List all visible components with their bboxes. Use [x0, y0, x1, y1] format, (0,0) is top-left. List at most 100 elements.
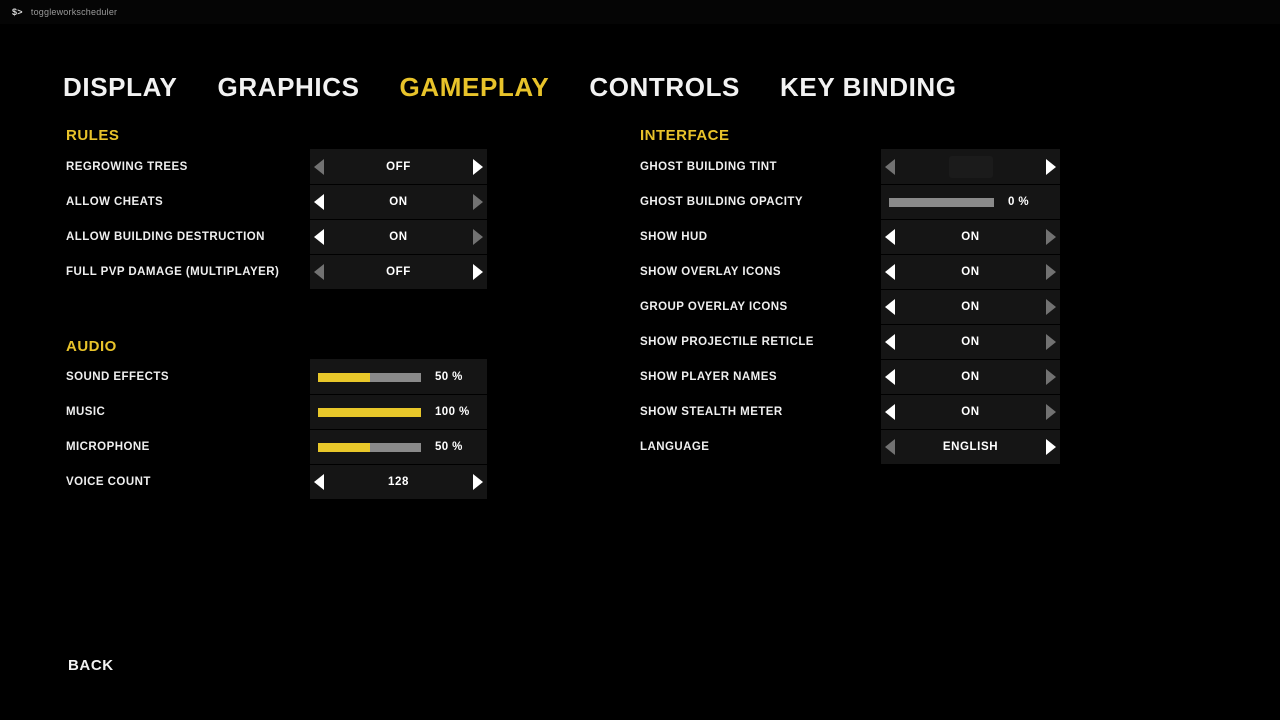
option-label-sound-effects: SOUND EFFECTS: [66, 371, 169, 383]
slider-fill-microphone: [318, 442, 370, 452]
chevron-left-icon[interactable]: [885, 333, 895, 350]
chevron-left-icon[interactable]: [885, 403, 895, 420]
slider-ghost-building-opacity[interactable]: 0 %: [889, 196, 1052, 208]
selector-show-projectile-reticle[interactable]: ON: [885, 333, 1056, 350]
chevron-right-icon[interactable]: [1046, 228, 1056, 245]
selector-value-allow-cheats: ON: [389, 195, 408, 208]
selector-value-show-projectile-reticle: ON: [961, 335, 980, 348]
console-prompt-icon: $>: [12, 7, 23, 17]
chevron-right-icon[interactable]: [1046, 403, 1056, 420]
selector-group-overlay-icons[interactable]: ON: [885, 298, 1056, 315]
chevron-left-icon[interactable]: [885, 263, 895, 280]
chevron-left-icon[interactable]: [314, 473, 324, 490]
chevron-right-icon[interactable]: [1046, 333, 1056, 350]
selector-value-group-overlay-icons: ON: [961, 300, 980, 313]
selector-allow-building-destruction[interactable]: ON: [314, 228, 483, 245]
chevron-left-icon[interactable]: [885, 438, 895, 455]
selector-language[interactable]: ENGLISH: [885, 438, 1056, 455]
row-divider: [310, 254, 487, 255]
tab-graphics[interactable]: GRAPHICS: [218, 72, 360, 103]
chevron-right-icon[interactable]: [473, 158, 483, 175]
selector-show-stealth-meter[interactable]: ON: [885, 403, 1056, 420]
section-title-interface: INTERFACE: [640, 127, 730, 144]
chevron-right-icon[interactable]: [473, 193, 483, 210]
slider-sound-effects[interactable]: 50 %: [318, 371, 479, 383]
chevron-left-icon[interactable]: [885, 159, 895, 175]
selector-show-player-names[interactable]: ON: [885, 368, 1056, 385]
chevron-left-icon[interactable]: [314, 158, 324, 175]
section-title-audio: AUDIO: [66, 338, 117, 355]
settings-tab-bar: DISPLAY GRAPHICS GAMEPLAY CONTROLS KEY BINDI…: [63, 72, 957, 103]
selector-voice-count[interactable]: 128: [314, 473, 483, 490]
row-divider: [881, 184, 1060, 185]
chevron-left-icon[interactable]: [314, 228, 324, 245]
tab-controls[interactable]: CONTROLS: [589, 72, 740, 103]
row-divider: [881, 219, 1060, 220]
selector-value-show-overlay-icons: ON: [961, 265, 980, 278]
option-label-music: MUSIC: [66, 406, 106, 418]
selector-full-pvp-damage-multiplayer[interactable]: OFF: [314, 263, 483, 280]
option-label-allow-cheats: ALLOW CHEATS: [66, 196, 164, 208]
selector-value-voice-count: 128: [388, 475, 409, 488]
option-label-full-pvp-damage-multiplayer: FULL PVP DAMAGE (MULTIPLAYER): [66, 266, 280, 278]
option-label-group-overlay-icons: GROUP OVERLAY ICONS: [640, 301, 788, 313]
option-label-language: LANGUAGE: [640, 441, 710, 453]
chevron-right-icon[interactable]: [1046, 159, 1056, 175]
slider-value-ghost-building-opacity: 0 %: [1008, 196, 1030, 208]
chevron-right-icon[interactable]: [473, 263, 483, 280]
chevron-left-icon[interactable]: [314, 193, 324, 210]
console-overlay-bar: $> toggleworkscheduler: [0, 0, 1280, 24]
selector-show-overlay-icons[interactable]: ON: [885, 263, 1056, 280]
back-button[interactable]: BACK: [68, 657, 114, 674]
chevron-left-icon[interactable]: [314, 263, 324, 280]
option-label-show-overlay-icons: SHOW OVERLAY ICONS: [640, 266, 782, 278]
option-label-allow-building-destruction: ALLOW BUILDING DESTRUCTION: [66, 231, 265, 243]
row-divider: [881, 289, 1060, 290]
selector-value-show-hud: ON: [961, 230, 980, 243]
tab-gameplay[interactable]: GAMEPLAY: [400, 72, 550, 103]
section-title-rules: RULES: [66, 127, 120, 144]
chevron-left-icon[interactable]: [885, 368, 895, 385]
row-divider: [881, 394, 1060, 395]
color-selector-ghost-building-tint[interactable]: [885, 154, 1056, 180]
chevron-left-icon[interactable]: [885, 228, 895, 245]
selector-value-regrowing-trees: OFF: [386, 160, 411, 173]
console-command-text: toggleworkscheduler: [30, 7, 118, 17]
slider-fill-music: [318, 407, 421, 417]
row-divider: [881, 324, 1060, 325]
row-divider: [310, 464, 487, 465]
chevron-right-icon[interactable]: [1046, 438, 1056, 455]
chevron-right-icon[interactable]: [1046, 263, 1056, 280]
option-label-show-projectile-reticle: SHOW PROJECTILE RETICLE: [640, 336, 814, 348]
selector-show-hud[interactable]: ON: [885, 228, 1056, 245]
slider-music[interactable]: 100 %: [318, 406, 479, 418]
selector-value-language: ENGLISH: [942, 440, 999, 453]
tab-display[interactable]: DISPLAY: [63, 72, 178, 103]
selector-value-show-stealth-meter: ON: [961, 405, 980, 418]
chevron-left-icon[interactable]: [885, 298, 895, 315]
option-label-regrowing-trees: REGROWING TREES: [66, 161, 188, 173]
slider-track-sound-effects[interactable]: [318, 372, 421, 382]
slider-track-ghost-building-opacity[interactable]: [889, 197, 994, 207]
option-label-show-hud: SHOW HUD: [640, 231, 708, 243]
slider-track-music[interactable]: [318, 407, 421, 417]
selector-allow-cheats[interactable]: ON: [314, 193, 483, 210]
chevron-right-icon[interactable]: [473, 473, 483, 490]
row-divider: [881, 359, 1060, 360]
row-divider: [881, 429, 1060, 430]
slider-microphone[interactable]: 50 %: [318, 441, 479, 453]
tab-key-binding[interactable]: KEY BINDING: [780, 72, 957, 103]
option-label-show-stealth-meter: SHOW STEALTH METER: [640, 406, 783, 418]
row-divider: [310, 394, 487, 395]
chevron-right-icon[interactable]: [1046, 368, 1056, 385]
selector-regrowing-trees[interactable]: OFF: [314, 158, 483, 175]
chevron-right-icon[interactable]: [473, 228, 483, 245]
row-divider: [881, 254, 1060, 255]
option-label-show-player-names: SHOW PLAYER NAMES: [640, 371, 777, 383]
settings-screen: $> toggleworkscheduler DISPLAY GRAPHICS GA…: [0, 0, 1280, 720]
slider-value-microphone: 50 %: [435, 441, 463, 453]
slider-track-microphone[interactable]: [318, 442, 421, 452]
chevron-right-icon[interactable]: [1046, 298, 1056, 315]
option-label-microphone: MICROPHONE: [66, 441, 150, 453]
row-divider: [310, 219, 487, 220]
